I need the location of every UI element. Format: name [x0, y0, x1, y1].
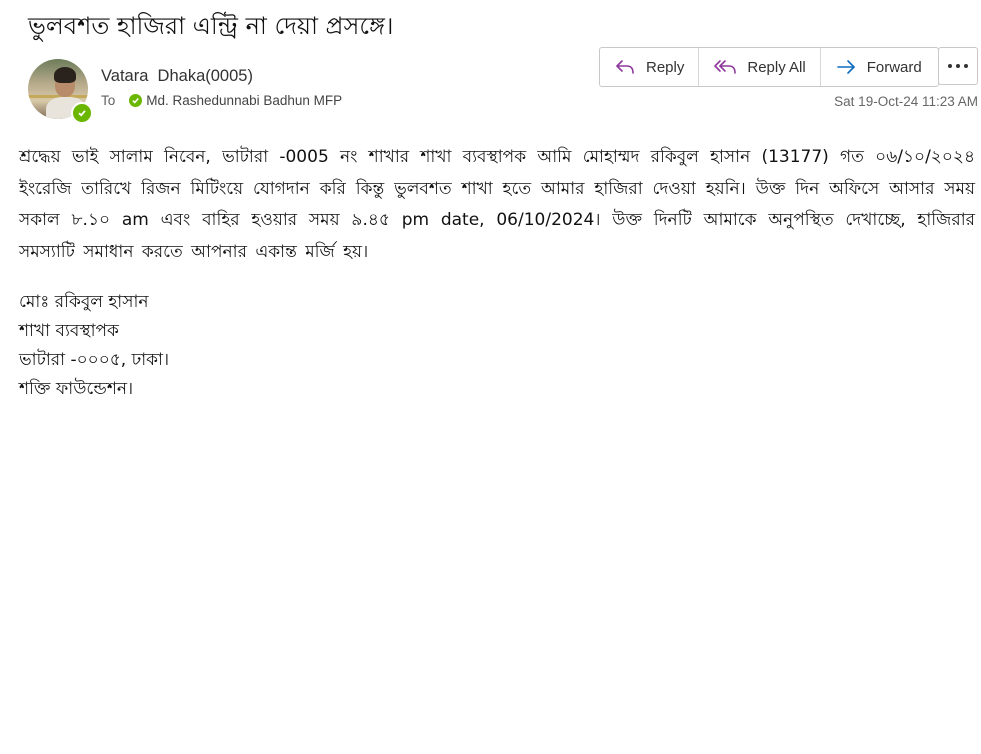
more-options-icon: [948, 64, 952, 68]
reply-all-icon: [714, 60, 737, 74]
sent-timestamp: Sat 19-Oct-24 11:23 AM: [834, 94, 978, 109]
to-label: To: [101, 93, 116, 108]
recipient-status-icon: [129, 94, 143, 107]
more-options-button[interactable]: [938, 47, 978, 85]
recipient-row: To Md. Rashedunnabi Badhun MFP: [101, 93, 342, 108]
message-actions-toolbar: Reply Reply All Forward: [599, 47, 939, 87]
reply-all-button[interactable]: Reply All: [699, 48, 821, 86]
sender-name[interactable]: Vatara Dhaka(0005): [101, 67, 253, 86]
signature-title: শাখা ব্যবস্থাপক: [19, 321, 119, 341]
recipient-name[interactable]: Md. Rashedunnabi Badhun MFP: [146, 93, 342, 108]
reply-button[interactable]: Reply: [600, 48, 700, 86]
reply-icon: [616, 60, 634, 74]
email-signature: মোঃ রকিবুল হাসান শাখা ব্যবস্থাপক ভাটারা …: [19, 288, 169, 404]
signature-name: মোঃ রকিবুল হাসান: [19, 292, 149, 312]
reply-all-label: Reply All: [747, 58, 806, 76]
forward-icon: [836, 60, 855, 74]
forward-label: Forward: [866, 58, 922, 76]
reply-label: Reply: [646, 58, 685, 76]
signature-branch: ভাটারা -০০০৫, ঢাকা।: [19, 350, 170, 370]
signature-organization: শক্তি ফাউন্ডেশন।: [19, 379, 134, 399]
email-body: শ্রদ্ধেয় ভাই সালাম নিবেন, ভাটারা -0005 …: [19, 147, 975, 262]
forward-button[interactable]: Forward: [821, 48, 938, 86]
presence-available-icon: [71, 102, 93, 124]
email-subject: ভুলবশত হাজিরা এন্ট্রি না দেয়া প্রসঙ্গে।: [28, 12, 394, 40]
